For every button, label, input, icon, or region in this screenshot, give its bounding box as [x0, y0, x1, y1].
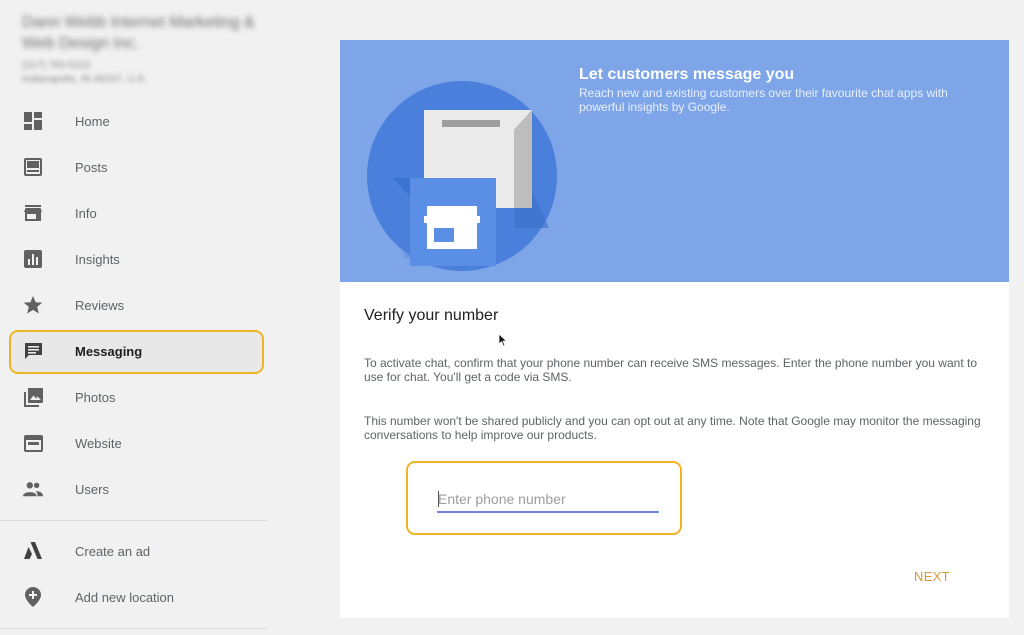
- sidebar-divider-bottom: [0, 628, 268, 629]
- sidebar-item-add-location[interactable]: Add new location: [0, 574, 268, 620]
- sidebar-item-label: Photos: [75, 389, 116, 405]
- mouse-cursor-icon: [498, 333, 508, 347]
- insights-icon: [23, 249, 43, 269]
- sidebar-item-insights[interactable]: Insights: [0, 236, 268, 282]
- sidebar-item-label: Website: [75, 435, 122, 451]
- text-caret: [438, 491, 439, 507]
- sidebar-item-label: Messaging: [75, 343, 143, 359]
- sidebar-item-label: Home: [75, 113, 110, 129]
- phone-input-highlight: [406, 461, 682, 535]
- sidebar-item-create-ad[interactable]: Create an ad: [0, 528, 268, 574]
- posts-icon: [23, 157, 43, 177]
- business-phone: (317) 783-5222: [22, 60, 91, 71]
- sidebar-nav: Home Posts Info Insights Reviews Messagi…: [0, 98, 268, 512]
- sidebar-item-label: Create an ad: [75, 543, 151, 559]
- sidebar-item-info[interactable]: Info: [0, 190, 268, 236]
- users-icon: [23, 479, 43, 499]
- business-address: Indianapolis, IN 46237, U.S.: [22, 74, 147, 85]
- sidebar-item-home[interactable]: Home: [0, 98, 268, 144]
- next-button[interactable]: NEXT: [914, 569, 950, 584]
- sidebar-item-label: Insights: [75, 251, 120, 267]
- sidebar-item-messaging[interactable]: Messaging: [0, 328, 268, 374]
- sidebar-item-website[interactable]: Website: [0, 420, 268, 466]
- sidebar-item-photos[interactable]: Photos: [0, 374, 268, 420]
- website-icon: [23, 433, 43, 453]
- dashboard-icon: [23, 111, 43, 131]
- chat-icon: [23, 341, 43, 361]
- hero-banner: Let customers message you Reach new and …: [340, 40, 1009, 282]
- sidebar-item-label: Info: [75, 205, 97, 221]
- sidebar-divider: [0, 520, 268, 521]
- sidebar-item-posts[interactable]: Posts: [0, 144, 268, 190]
- privacy-notice: This number won't be shared publicly and…: [364, 414, 981, 442]
- sidebar-item-label: Users: [75, 481, 109, 497]
- business-info: Dann Webb Internet Marketing & Web Desig…: [22, 12, 262, 86]
- sidebar: Dann Webb Internet Marketing & Web Desig…: [0, 0, 268, 635]
- sidebar-item-label: Posts: [75, 159, 108, 175]
- verify-instructions: To activate chat, confirm that your phon…: [364, 356, 977, 384]
- sidebar-item-label: Reviews: [75, 297, 125, 313]
- messaging-card: Let customers message you Reach new and …: [340, 40, 1009, 618]
- photos-icon: [23, 387, 43, 407]
- star-icon: [23, 295, 43, 315]
- sidebar-item-label: Add new location: [75, 589, 175, 605]
- sidebar-item-reviews[interactable]: Reviews: [0, 282, 268, 328]
- store-icon: [23, 203, 43, 223]
- ads-icon: [23, 541, 43, 561]
- phone-number-input[interactable]: [437, 487, 659, 513]
- location-pin-icon: [23, 587, 43, 607]
- hero-subtitle: Reach new and existing customers over th…: [579, 86, 948, 114]
- sidebar-item-users[interactable]: Users: [0, 466, 268, 512]
- messaging-illustration: [367, 81, 557, 271]
- business-name: Dann Webb Internet Marketing & Web Desig…: [22, 14, 255, 52]
- hero-title: Let customers message you: [579, 66, 795, 83]
- sidebar-secondary-nav: Create an ad Add new location: [0, 528, 268, 620]
- verify-title: Verify your number: [364, 307, 499, 324]
